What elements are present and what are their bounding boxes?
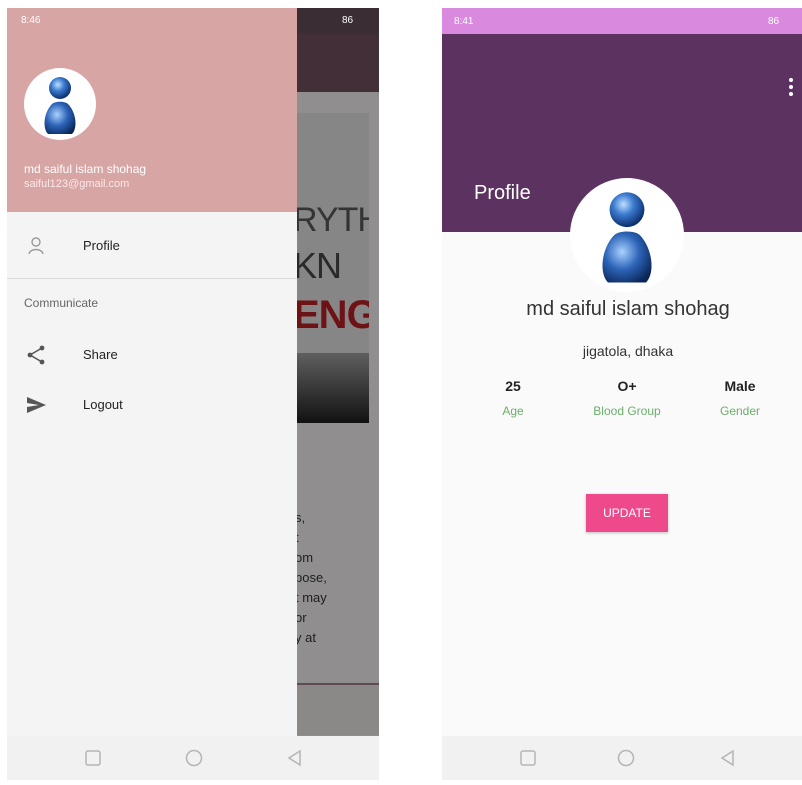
send-icon <box>27 397 46 413</box>
page-title: Profile <box>474 182 531 204</box>
drawer-screen: RYTH KN ENG s, t om pose, t may or y at … <box>7 8 379 780</box>
drawer-item-label: Logout <box>83 397 123 412</box>
profile-name: md saiful islam shohag <box>526 298 730 320</box>
status-time: 8:41 <box>454 16 474 27</box>
user-avatar-icon <box>602 192 652 283</box>
back-icon[interactable] <box>718 748 738 768</box>
recent-apps-icon[interactable] <box>518 748 538 768</box>
stat-age: 25 Age <box>458 378 568 418</box>
stat-label: Age <box>502 404 524 418</box>
person-icon <box>28 237 44 255</box>
back-icon[interactable] <box>285 748 305 768</box>
stat-value: 25 <box>505 378 521 394</box>
avatar[interactable] <box>570 178 684 292</box>
share-icon <box>27 345 45 365</box>
avatar[interactable] <box>24 68 96 140</box>
recent-apps-icon[interactable] <box>83 748 103 768</box>
update-button[interactable]: UPDATE <box>586 494 668 532</box>
drawer-user-name: md saiful islam shohag <box>24 162 147 176</box>
profile-address: jigatola, dhaka <box>582 343 674 359</box>
system-navigation-bar <box>442 736 802 780</box>
profile-screen: 8:41 86 Profile md saiful islam shohag j… <box>442 8 802 780</box>
drawer-item-label: Share <box>83 347 118 362</box>
navigation-drawer: md saiful islam shohag saiful123@gmail.c… <box>7 8 353 780</box>
drawer-divider <box>7 278 297 279</box>
drawer-item-logout[interactable]: Logout <box>7 380 297 430</box>
drawer-item-label: Profile <box>83 238 120 253</box>
stat-gender: Male Gender <box>685 378 795 418</box>
status-time: 8:46 <box>21 15 41 26</box>
drawer-header: md saiful islam shohag saiful123@gmail.c… <box>7 8 297 212</box>
status-bar: 8:46 86 <box>7 8 379 34</box>
overflow-menu-icon[interactable] <box>788 78 794 96</box>
stat-label: Gender <box>719 404 761 418</box>
stat-value: Male <box>724 378 756 394</box>
drawer-item-profile[interactable]: Profile <box>7 221 297 271</box>
stat-label: Blood Group <box>593 404 661 418</box>
home-icon[interactable] <box>184 748 204 768</box>
drawer-item-share[interactable]: Share <box>7 330 297 380</box>
status-battery: 86 <box>768 16 780 27</box>
drawer-section-header: Communicate <box>24 296 99 310</box>
stat-value: O+ <box>617 378 637 394</box>
home-icon[interactable] <box>616 748 636 768</box>
status-bar: 8:41 86 <box>442 8 802 34</box>
user-avatar-icon <box>44 77 76 134</box>
drawer-user-email: saiful123@gmail.com <box>24 178 130 190</box>
stat-blood-group: O+ Blood Group <box>572 378 682 418</box>
system-navigation-bar <box>7 736 379 780</box>
status-battery: 86 <box>342 15 354 26</box>
